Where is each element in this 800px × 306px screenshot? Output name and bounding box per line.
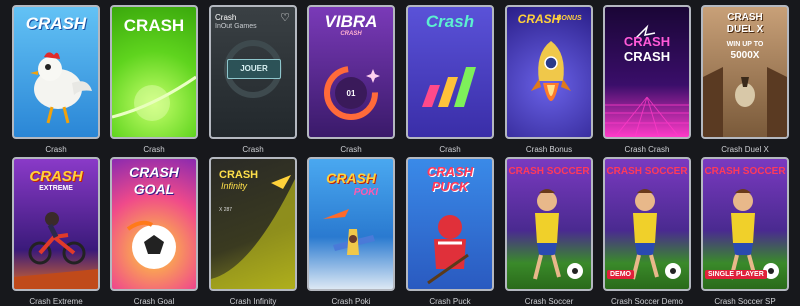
game-tile-crash-5[interactable]: Crash Crash — [406, 5, 494, 154]
round-counter: 01 — [346, 89, 356, 98]
win-value: 5000X — [730, 50, 760, 61]
game-thumbnail[interactable]: CRASH SOCCER SINGLE PLAYER — [701, 157, 789, 291]
game-thumbnail[interactable]: Crash InOut Games ♡ JOUER — [209, 5, 297, 139]
game-subtitle: GOAL — [133, 181, 175, 197]
demo-badge: DEMO — [607, 270, 634, 279]
soccer-player-illustration — [533, 189, 583, 280]
game-caption[interactable]: Crash Bonus — [505, 145, 593, 154]
game-tile-crash-extreme[interactable]: CRASH EXTREME Crash Extreme — [12, 157, 100, 306]
game-caption[interactable]: Crash — [110, 145, 198, 154]
game-tile-crash-poki[interactable]: CRASH POKI Crash Poki — [307, 157, 395, 306]
game-logo: CRASH — [129, 164, 179, 180]
win-label: WIN UP TO — [726, 41, 764, 48]
game-grid: CRASH Crash CRASH Crash Crash InOut Game… — [0, 0, 800, 306]
game-logo: Crash — [425, 12, 475, 31]
curve-graphic — [211, 175, 295, 289]
game-logo: CRASH — [123, 16, 185, 35]
game-subtitle: EXTREME — [39, 185, 73, 192]
game-caption[interactable]: Crash — [209, 145, 297, 154]
play-button[interactable]: JOUER — [227, 59, 281, 79]
game-subtitle: POKI — [353, 187, 379, 198]
game-thumbnail[interactable]: CRASH POKI — [307, 157, 395, 291]
game-tile-crash-puck[interactable]: CRASH PUCK Crash Puck — [406, 157, 494, 306]
game-logo: CRASH — [426, 164, 474, 179]
game-thumbnail[interactable]: CRASH GOAL — [110, 157, 198, 291]
game-logo: CRASH SOCCER — [606, 166, 688, 177]
game-tile-crash-4[interactable]: VIBRA CRASH 01 Crash — [307, 5, 395, 154]
game-logo: CRASH — [727, 12, 763, 23]
rocket-illustration — [531, 41, 571, 101]
game-thumbnail[interactable]: Crash — [406, 5, 494, 139]
game-tile-crash-crash[interactable]: CRASH CRASH Crash Crash — [603, 5, 691, 154]
game-logo: CRASH SOCCER — [508, 166, 590, 177]
game-subtitle: PUCK — [431, 179, 469, 194]
game-subtitle: BONUS — [556, 15, 582, 22]
game-tile-crash-3[interactable]: Crash InOut Games ♡ JOUER Crash — [209, 5, 297, 154]
game-logo: CRASH — [326, 170, 376, 186]
game-subtitle: DUEL X — [726, 24, 764, 35]
game-thumbnail[interactable]: CRASH SOCCER DEMO — [603, 157, 691, 291]
game-tile-crash-1[interactable]: CRASH Crash — [12, 5, 100, 154]
game-thumbnail[interactable]: CRASH PUCK — [406, 157, 494, 291]
game-tile-crash-soccer-sp[interactable]: CRASH SOCCER SINGLE PLAYER Crash Soccer … — [701, 157, 789, 306]
game-logo: VIBRA — [324, 12, 378, 31]
single-player-badge: SINGLE PLAYER — [705, 270, 767, 279]
game-thumbnail[interactable]: CRASH BONUS — [505, 5, 593, 139]
game-subtitle: CRASH — [623, 49, 671, 64]
game-tile-crash-goal[interactable]: CRASH GOAL Crash Goal — [110, 157, 198, 306]
game-thumbnail[interactable]: CRASH — [12, 5, 100, 139]
game-subtitle: CRASH — [340, 31, 362, 37]
synthwave-grid — [605, 24, 689, 137]
game-logo: CRASH SOCCER — [704, 166, 786, 177]
game-tile-crash-infinity[interactable]: CRASH Infinity X 287 Crash Infinity — [209, 157, 297, 306]
game-tile-crash-2[interactable]: CRASH Crash — [110, 5, 198, 154]
game-tile-crash-soccer[interactable]: CRASH SOCCER Crash Soccer — [505, 157, 593, 306]
game-thumbnail[interactable]: CRASH EXTREME — [12, 157, 100, 291]
game-tile-crash-soccer-demo[interactable]: CRASH SOCCER DEMO Crash Soccer Demo — [603, 157, 691, 306]
game-thumbnail[interactable]: CRASH — [110, 5, 198, 139]
game-logo: CRASH — [29, 168, 83, 185]
game-tile-crash-bonus[interactable]: CRASH BONUS Crash Bonus — [505, 5, 593, 154]
game-caption[interactable]: Crash Duel X — [701, 145, 789, 154]
game-thumbnail[interactable]: CRASH SOCCER — [505, 157, 593, 291]
game-logo: CRASH — [25, 14, 87, 33]
game-caption[interactable]: Crash — [307, 145, 395, 154]
game-thumbnail[interactable]: VIBRA CRASH 01 — [307, 5, 395, 139]
game-thumbnail[interactable]: CRASH CRASH — [603, 5, 691, 139]
game-caption[interactable]: Crash Crash — [603, 145, 691, 154]
game-caption[interactable]: Crash — [12, 145, 100, 154]
game-thumbnail[interactable]: CRASH Infinity X 287 — [209, 157, 297, 291]
game-tile-crash-duel-x[interactable]: CRASH DUEL X WIN UP TO 5000X Crash Duel … — [701, 5, 789, 154]
game-logo: CRASH — [623, 34, 671, 49]
game-thumbnail[interactable]: CRASH DUEL X WIN UP TO 5000X — [701, 5, 789, 139]
game-caption[interactable]: Crash — [406, 145, 494, 154]
